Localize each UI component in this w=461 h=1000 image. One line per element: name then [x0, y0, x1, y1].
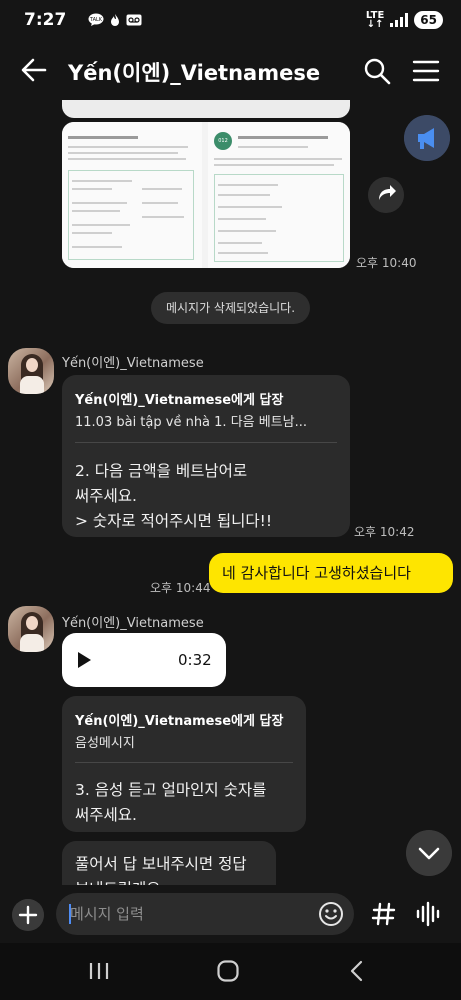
sender-name: Yến(이엔)_Vietnamese [62, 616, 204, 631]
menu-icon[interactable] [412, 58, 440, 84]
message-line: > 숫자로 적어주시면 됩니다!! [75, 512, 273, 530]
sender-name: Yến(이엔)_Vietnamese [62, 356, 204, 371]
talk-icon: TALK [88, 13, 104, 26]
message-input-bar [0, 885, 461, 943]
reply-message-bubble[interactable]: Yến(이엔)_Vietnamese에게 답장 음성메시지 3. 음성 듣고 얼… [62, 696, 306, 832]
voice-wave-icon[interactable] [412, 898, 444, 930]
nav-back-icon[interactable] [348, 959, 364, 983]
reply-quote: 음성메시지 [75, 736, 135, 751]
message-line: 2. 다음 금액을 베트남어로 [75, 462, 248, 480]
reply-message-bubble[interactable]: Yến(이엔)_Vietnamese에게 답장 11.03 bài tập về… [62, 375, 350, 537]
battery-level: 65 [414, 11, 443, 29]
message-line: 써주세요. [75, 487, 137, 505]
play-icon[interactable] [78, 652, 91, 668]
image-timestamp: 오후 10:40 [356, 256, 417, 270]
notification-icons: TALK [88, 13, 142, 27]
reply-header: Yến(이엔)_Vietnamese에게 답장 [75, 393, 284, 408]
hashtag-icon[interactable] [368, 898, 400, 930]
textbook-right-page: 012 [208, 122, 350, 268]
lesson-badge: 012 [214, 132, 232, 150]
chat-title: Yến(이엔)_Vietnamese [68, 61, 321, 85]
previous-image-edge[interactable] [62, 100, 350, 118]
textbook-photo[interactable]: 012 [62, 122, 350, 268]
message-line: 써주세요. [75, 806, 137, 824]
avatar[interactable] [8, 606, 54, 652]
avatar[interactable] [8, 348, 54, 394]
voicemail-icon [126, 14, 142, 26]
recent-apps-icon[interactable] [88, 961, 110, 981]
chat-header: Yến(이엔)_Vietnamese [0, 42, 461, 98]
reply-quote: 11.03 bài tập về nhà 1. 다음 베트남... [75, 415, 308, 430]
search-icon[interactable] [362, 56, 392, 86]
reply-divider [75, 762, 293, 763]
share-icon[interactable] [368, 177, 404, 213]
fire-icon [111, 14, 119, 26]
deleted-notice: 메시지가 삭제되었습니다. [151, 292, 310, 324]
signal-icon [390, 13, 409, 27]
status-right: LTE ↓↑ 65 [365, 10, 443, 30]
announcement-icon[interactable] [404, 115, 450, 161]
textbook-left-page [62, 122, 202, 268]
reply-divider [75, 442, 337, 443]
reply-timestamp: 오후 10:42 [354, 525, 415, 539]
my-message-timestamp: 오후 10:44 [150, 581, 211, 595]
status-bar: 7:27 TALK LTE ↓↑ 65 [0, 0, 461, 42]
voice-message-player[interactable]: 0:32 [62, 633, 226, 687]
my-message-bubble[interactable]: 네 감사합니다 고생하셨습니다 [209, 553, 453, 593]
message-line: 풀어서 답 보내주시면 정답 [75, 855, 247, 873]
network-type: LTE ↓↑ [365, 10, 385, 30]
system-nav-bar [0, 943, 461, 1000]
svg-text:TALK: TALK [89, 17, 103, 23]
back-arrow-icon[interactable] [18, 54, 50, 86]
home-icon[interactable] [216, 959, 240, 983]
audio-duration: 0:32 [178, 651, 212, 669]
message-input[interactable] [70, 903, 300, 925]
emoji-icon[interactable] [318, 901, 344, 927]
plus-icon[interactable] [12, 899, 44, 931]
message-line: 3. 음성 듣고 얼마인지 숫자를 [75, 781, 267, 799]
scroll-down-icon[interactable] [406, 830, 452, 876]
message-field[interactable] [56, 893, 354, 935]
reply-header: Yến(이엔)_Vietnamese에게 답장 [75, 714, 284, 729]
status-time: 7:27 [24, 10, 67, 30]
